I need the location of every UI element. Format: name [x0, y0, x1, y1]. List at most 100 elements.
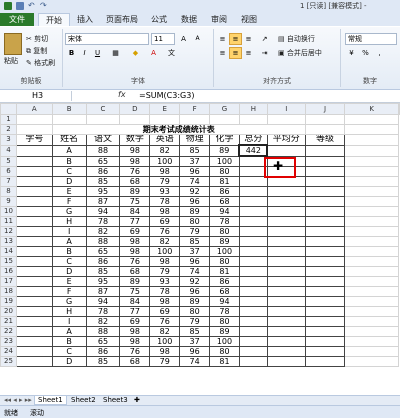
cell[interactable]: 76 — [119, 256, 151, 267]
column-header[interactable]: C — [85, 103, 121, 115]
cell[interactable] — [238, 336, 268, 347]
cell[interactable] — [15, 356, 53, 367]
merge-center-button[interactable]: ▣ 合并后居中 — [278, 48, 322, 58]
cell[interactable]: E — [51, 276, 87, 287]
cell[interactable]: 442 — [238, 144, 269, 157]
column-title-cell[interactable]: 英语 — [149, 134, 181, 146]
cell[interactable]: 88 — [85, 236, 121, 247]
shrink-font-icon[interactable]: A — [191, 33, 204, 45]
cell[interactable] — [238, 266, 268, 277]
cell[interactable] — [238, 276, 268, 287]
cell[interactable]: C — [51, 256, 87, 267]
cell[interactable] — [266, 336, 306, 347]
cell[interactable]: D — [51, 176, 87, 187]
cell[interactable] — [344, 316, 399, 327]
cell[interactable]: 80 — [209, 256, 240, 267]
cell[interactable] — [266, 306, 306, 317]
row-header[interactable]: 11 — [0, 216, 17, 227]
cell[interactable]: 85 — [179, 326, 211, 337]
cell[interactable]: 92 — [179, 186, 211, 197]
cell[interactable] — [266, 266, 306, 277]
cell[interactable]: 76 — [149, 226, 181, 237]
cell[interactable]: 87 — [85, 196, 121, 207]
cell[interactable] — [266, 326, 306, 337]
cell[interactable]: 82 — [149, 144, 181, 157]
cell[interactable]: 80 — [179, 306, 211, 317]
cell[interactable] — [266, 296, 306, 307]
undo-icon[interactable]: ↶ — [28, 2, 36, 10]
cell[interactable]: 77 — [119, 216, 151, 227]
cell[interactable] — [344, 306, 399, 317]
cell[interactable] — [15, 176, 53, 187]
cell[interactable]: 80 — [209, 226, 240, 237]
cell[interactable] — [15, 256, 53, 267]
cell[interactable] — [15, 306, 53, 317]
cell[interactable]: B — [51, 246, 87, 257]
cell[interactable] — [238, 114, 268, 125]
cell[interactable]: 85 — [85, 356, 121, 367]
cell[interactable]: 84 — [119, 296, 151, 307]
cell[interactable] — [15, 226, 53, 237]
cell[interactable] — [238, 176, 268, 187]
cell[interactable] — [238, 216, 268, 227]
cell[interactable]: 85 — [179, 144, 211, 157]
cell[interactable]: 80 — [209, 346, 240, 357]
cell[interactable] — [304, 356, 346, 367]
cell[interactable] — [344, 196, 399, 207]
underline-button[interactable]: U — [91, 47, 104, 59]
cell[interactable]: G — [51, 296, 87, 307]
comma-button[interactable]: , — [373, 47, 386, 59]
cell[interactable] — [15, 206, 53, 217]
cell[interactable]: 78 — [85, 306, 121, 317]
italic-button[interactable]: I — [78, 47, 91, 59]
cell[interactable] — [238, 306, 268, 317]
cell[interactable] — [304, 336, 346, 347]
cell[interactable] — [266, 226, 306, 237]
cell[interactable] — [266, 236, 306, 247]
cell[interactable]: 37 — [179, 246, 211, 257]
cell[interactable]: 92 — [179, 276, 211, 287]
cell[interactable]: I — [51, 316, 87, 327]
cell[interactable]: 96 — [179, 286, 211, 297]
cell[interactable]: 80 — [209, 316, 240, 327]
cell[interactable]: 89 — [209, 144, 240, 157]
cell[interactable]: 98 — [149, 256, 181, 267]
cell[interactable]: 86 — [209, 276, 240, 287]
cell[interactable] — [344, 124, 399, 135]
cell[interactable]: 82 — [85, 316, 121, 327]
cell[interactable]: 81 — [209, 266, 240, 277]
cell[interactable] — [344, 296, 399, 307]
column-header[interactable]: I — [266, 103, 306, 115]
cell[interactable]: 94 — [209, 206, 240, 217]
cell[interactable] — [15, 144, 53, 157]
row-header[interactable]: 16 — [0, 266, 17, 277]
row-header[interactable]: 18 — [0, 286, 17, 297]
cell[interactable]: 89 — [179, 206, 211, 217]
cell[interactable]: F — [51, 286, 87, 297]
cell[interactable]: 68 — [209, 286, 240, 297]
row-header[interactable]: 13 — [0, 236, 17, 247]
row-header[interactable]: 3 — [0, 134, 17, 146]
row-header[interactable]: 24 — [0, 346, 17, 357]
cell[interactable]: 79 — [149, 266, 181, 277]
cell[interactable]: 89 — [209, 236, 240, 247]
cell[interactable] — [304, 236, 346, 247]
cell[interactable] — [15, 246, 53, 257]
column-title-cell[interactable]: 总分 — [238, 134, 268, 146]
cell[interactable]: 100 — [209, 336, 240, 347]
number-format-select[interactable]: 常规 — [345, 33, 397, 45]
cell[interactable]: 82 — [85, 226, 121, 237]
cell[interactable]: 100 — [149, 155, 181, 167]
cell[interactable]: C — [51, 346, 87, 357]
cell[interactable] — [238, 326, 268, 337]
format-painter-button[interactable]: ✎ 格式刷 — [26, 58, 55, 68]
cell[interactable]: 86 — [85, 256, 121, 267]
cell[interactable] — [304, 124, 346, 135]
borders-icon[interactable]: ▦ — [109, 47, 122, 59]
cell[interactable]: 95 — [85, 186, 121, 197]
cell[interactable]: 78 — [149, 196, 181, 207]
cell[interactable] — [344, 286, 399, 297]
cell[interactable] — [15, 216, 53, 227]
cell[interactable]: 100 — [209, 155, 240, 167]
column-title-cell[interactable]: 数学 — [119, 134, 151, 146]
